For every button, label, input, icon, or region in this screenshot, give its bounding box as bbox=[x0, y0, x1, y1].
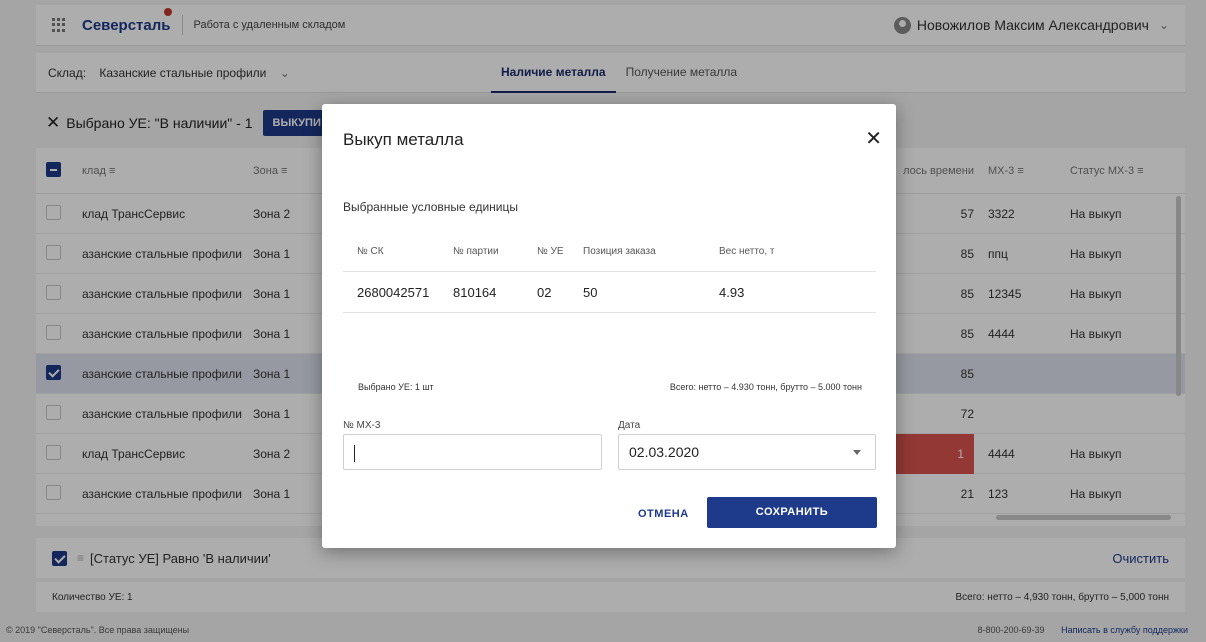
col-sk: № СК bbox=[357, 246, 384, 257]
modal-title: Выкуп металла bbox=[343, 130, 464, 149]
cell-weight: 4.93 bbox=[719, 284, 745, 300]
mx3-input[interactable] bbox=[343, 434, 602, 470]
date-select[interactable]: 02.03.2020 bbox=[618, 434, 876, 470]
date-value: 02.03.2020 bbox=[629, 444, 700, 460]
cancel-button[interactable]: ОТМЕНА bbox=[638, 508, 689, 520]
cell-sk: 2680042571 bbox=[357, 284, 430, 300]
text-caret bbox=[354, 444, 355, 462]
selected-units-table: № СК № партии № УЕ Позиция заказа Вес не… bbox=[343, 232, 876, 313]
save-button[interactable]: СОХРАНИТЬ bbox=[707, 497, 877, 528]
modal-table-header: № СК № партии № УЕ Позиция заказа Вес не… bbox=[343, 232, 876, 272]
col-batch: № партии bbox=[453, 246, 499, 257]
modal-subtitle: Выбранные условные единицы bbox=[343, 200, 518, 214]
selected-total: Всего: нетто – 4.930 тонн, брутто – 5.00… bbox=[669, 382, 862, 392]
cell-position: 50 bbox=[583, 284, 598, 300]
col-position: Позиция заказа bbox=[583, 246, 656, 257]
mx3-label: № МХ-3 bbox=[343, 420, 381, 431]
dropdown-arrow-icon bbox=[853, 450, 861, 455]
buyout-modal: Выкуп металла ✕ Выбранные условные едини… bbox=[322, 104, 896, 548]
date-label: Дата bbox=[618, 420, 641, 431]
table-row: 2680042571 810164 02 50 4.93 bbox=[343, 272, 876, 313]
col-weight: Вес нетто, т bbox=[719, 246, 775, 257]
cell-ue: 02 bbox=[537, 284, 552, 300]
col-ue: № УЕ bbox=[537, 246, 564, 257]
selected-count: Выбрано УЕ: 1 шт bbox=[358, 382, 434, 392]
cell-batch: 810164 bbox=[453, 284, 497, 300]
close-icon[interactable]: ✕ bbox=[865, 126, 882, 151]
